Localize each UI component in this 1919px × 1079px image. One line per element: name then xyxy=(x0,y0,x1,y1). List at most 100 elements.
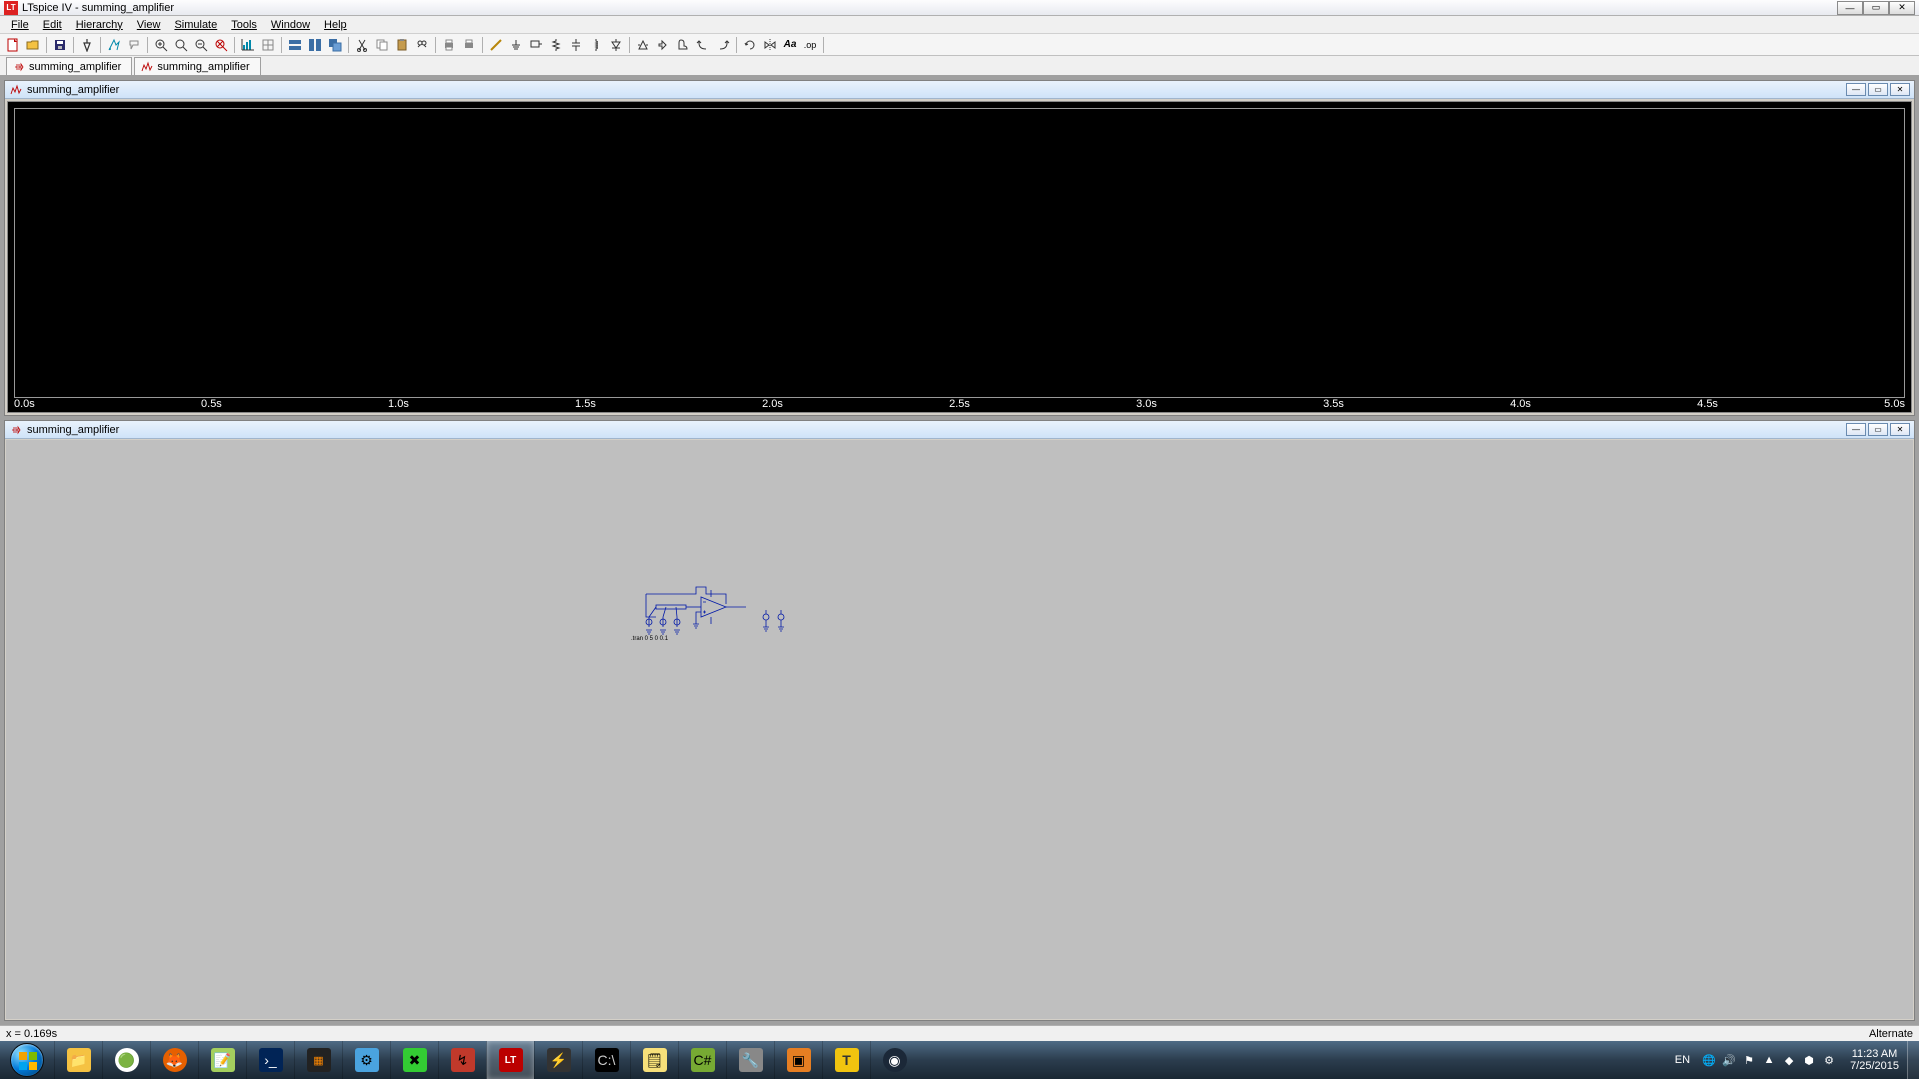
tab-schematic[interactable]: summing_amplifier xyxy=(6,57,132,75)
tile-horizontal-button[interactable] xyxy=(286,36,304,54)
menu-bar: File Edit Hierarchy View Simulate Tools … xyxy=(0,16,1919,34)
place-diode-button[interactable] xyxy=(607,36,625,54)
zoom-in-button[interactable] xyxy=(152,36,170,54)
menu-tools[interactable]: Tools xyxy=(224,18,264,32)
show-desktop-button[interactable] xyxy=(1907,1041,1919,1079)
waveform-icon xyxy=(141,61,153,73)
taskbar-item-sticky[interactable]: 🗒 xyxy=(630,1041,678,1079)
print-button[interactable] xyxy=(440,36,458,54)
save-button[interactable] xyxy=(51,36,69,54)
undo-button[interactable] xyxy=(694,36,712,54)
maximize-button[interactable]: ▭ xyxy=(1863,1,1889,15)
place-component-button[interactable] xyxy=(634,36,652,54)
minimize-button[interactable]: — xyxy=(1837,1,1863,15)
place-text-button[interactable]: Aa xyxy=(781,36,799,54)
control-panel-button[interactable] xyxy=(78,36,96,54)
plot-title: summing_amplifier xyxy=(27,84,1846,96)
toggle-grid-button[interactable] xyxy=(259,36,277,54)
tray-action-center-icon[interactable]: ⚑ xyxy=(1742,1053,1756,1067)
taskbar-item-app7[interactable]: ▣ xyxy=(774,1041,822,1079)
taskbar-item-app4[interactable]: ↯ xyxy=(438,1041,486,1079)
rotate-button[interactable] xyxy=(741,36,759,54)
new-schematic-button[interactable] xyxy=(4,36,22,54)
spice-directive-button[interactable]: .op xyxy=(801,36,819,54)
drag-button[interactable] xyxy=(674,36,692,54)
menu-help[interactable]: Help xyxy=(317,18,354,32)
tray-network-icon[interactable]: 🌐 xyxy=(1702,1053,1716,1067)
taskbar-item-steam[interactable]: ◉ xyxy=(870,1041,918,1079)
place-capacitor-button[interactable] xyxy=(567,36,585,54)
schematic-canvas[interactable]: .tran 0 5 0 0.1 xyxy=(6,440,1913,1019)
autorange-button[interactable] xyxy=(239,36,257,54)
label-net-button[interactable] xyxy=(527,36,545,54)
close-button[interactable]: ✕ xyxy=(1889,1,1915,15)
cut-button[interactable] xyxy=(353,36,371,54)
plot-minimize-button[interactable]: — xyxy=(1846,83,1866,96)
taskbar-item-chrome[interactable]: 🟢 xyxy=(102,1041,150,1079)
place-resistor-button[interactable] xyxy=(547,36,565,54)
plot-close-button[interactable]: ✕ xyxy=(1890,83,1910,96)
draw-wire-button[interactable] xyxy=(487,36,505,54)
menu-simulate[interactable]: Simulate xyxy=(167,18,224,32)
taskbar-item-app1[interactable]: ▦ xyxy=(294,1041,342,1079)
zoom-fit-button[interactable] xyxy=(212,36,230,54)
place-inductor-button[interactable] xyxy=(587,36,605,54)
tab-label: summing_amplifier xyxy=(157,61,249,73)
redo-button[interactable] xyxy=(714,36,732,54)
tile-vertical-button[interactable] xyxy=(306,36,324,54)
app-icon: LT xyxy=(4,1,18,15)
taskbar-item-app2[interactable]: ⚙ xyxy=(342,1041,390,1079)
run-button[interactable] xyxy=(105,36,123,54)
taskbar-item-app8[interactable]: T xyxy=(822,1041,870,1079)
place-ground-button[interactable] xyxy=(507,36,525,54)
schematic-window: summing_amplifier — ▭ ✕ xyxy=(4,420,1915,1021)
move-button[interactable] xyxy=(654,36,672,54)
schematic-title: summing_amplifier xyxy=(27,424,1846,436)
schematic-maximize-button[interactable]: ▭ xyxy=(1868,423,1888,436)
taskbar-item-cmd[interactable]: C:\ xyxy=(582,1041,630,1079)
menu-view[interactable]: View xyxy=(130,18,168,32)
status-bar: x = 0.169s Alternate xyxy=(0,1025,1919,1041)
toolbar: Aa .op xyxy=(0,34,1919,56)
plot-window: summing_amplifier — ▭ ✕ 0.0s 0.5s 1.0s 1… xyxy=(4,80,1915,416)
menu-hierarchy[interactable]: Hierarchy xyxy=(69,18,130,32)
schematic-minimize-button[interactable]: — xyxy=(1846,423,1866,436)
halt-button[interactable] xyxy=(125,36,143,54)
tray-app-icon-3[interactable]: ⬢ xyxy=(1802,1053,1816,1067)
taskbar-item-ltspice[interactable]: LT xyxy=(486,1041,534,1079)
taskbar-item-app6[interactable]: 🔧 xyxy=(726,1041,774,1079)
window-title: LTspice IV - summing_amplifier xyxy=(22,2,1837,14)
taskbar-item-notepadpp[interactable]: 📝 xyxy=(198,1041,246,1079)
tray-app-icon-2[interactable]: ◆ xyxy=(1782,1053,1796,1067)
menu-file[interactable]: File xyxy=(4,18,36,32)
plot-maximize-button[interactable]: ▭ xyxy=(1868,83,1888,96)
paste-button[interactable] xyxy=(393,36,411,54)
start-button[interactable] xyxy=(0,1041,54,1079)
window-titlebar: LT LTspice IV - summing_amplifier — ▭ ✕ xyxy=(0,0,1919,16)
taskbar-item-powershell[interactable]: ›_ xyxy=(246,1041,294,1079)
mirror-button[interactable] xyxy=(761,36,779,54)
copy-button[interactable] xyxy=(373,36,391,54)
taskbar-item-putty[interactable]: ⚡ xyxy=(534,1041,582,1079)
plot-canvas[interactable]: 0.0s 0.5s 1.0s 1.5s 2.0s 2.5s 3.0s 3.5s … xyxy=(7,101,1912,413)
menu-window[interactable]: Window xyxy=(264,18,317,32)
tab-waveform[interactable]: summing_amplifier xyxy=(134,57,260,75)
taskbar-clock[interactable]: 11:23 AM 7/25/2015 xyxy=(1842,1048,1907,1072)
menu-edit[interactable]: Edit xyxy=(36,18,69,32)
pan-button[interactable] xyxy=(172,36,190,54)
find-button[interactable] xyxy=(413,36,431,54)
taskbar-item-app3[interactable]: ✖ xyxy=(390,1041,438,1079)
taskbar-item-explorer[interactable]: 📁 xyxy=(54,1041,102,1079)
open-button[interactable] xyxy=(24,36,42,54)
taskbar-item-app5[interactable]: C# xyxy=(678,1041,726,1079)
tray-volume-icon[interactable]: 🔊 xyxy=(1722,1053,1736,1067)
tray-app-icon[interactable]: ▲ xyxy=(1762,1053,1776,1067)
taskbar-item-firefox[interactable]: 🦊 xyxy=(150,1041,198,1079)
tray-app-icon-4[interactable]: ⚙ xyxy=(1822,1053,1836,1067)
cascade-button[interactable] xyxy=(326,36,344,54)
tab-label: summing_amplifier xyxy=(29,61,121,73)
zoom-out-button[interactable] xyxy=(192,36,210,54)
schematic-close-button[interactable]: ✕ xyxy=(1890,423,1910,436)
language-indicator[interactable]: EN xyxy=(1669,1054,1696,1066)
print-setup-button[interactable] xyxy=(460,36,478,54)
